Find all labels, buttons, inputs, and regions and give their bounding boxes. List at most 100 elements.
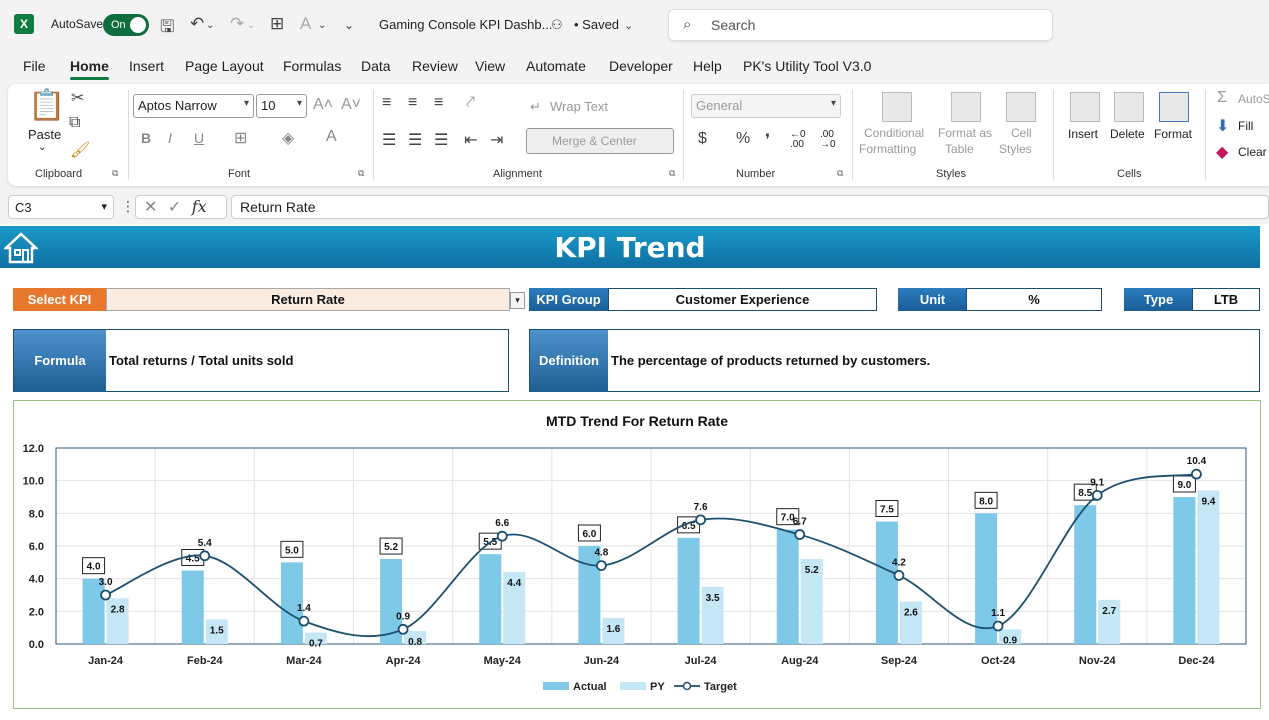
kpi-group-label: KPI Group [529,288,608,311]
format-cells-icon[interactable] [1159,92,1189,122]
tab-file[interactable]: File [23,58,46,74]
wrap-text-icon[interactable]: ↵ [530,99,541,115]
number-format-select[interactable]: General ▾ [691,94,841,118]
tab-view[interactable]: View [475,58,505,74]
tab-review[interactable]: Review [412,58,458,74]
bold-icon[interactable]: B [141,130,151,146]
percent-icon[interactable]: % [736,130,750,148]
align-center-icon[interactable]: ☰ [408,130,422,150]
bar-actual [479,554,502,644]
conditional-formatting-label[interactable]: Conditional [864,126,924,140]
fill-button[interactable]: Fill [1238,119,1253,133]
increase-font-icon[interactable]: A˄ [313,96,333,114]
number-launcher-icon[interactable]: ⧉ [837,168,843,179]
conditional-formatting-icon[interactable] [882,92,912,122]
cell-styles-icon[interactable] [1006,92,1036,122]
chart-container[interactable]: MTD Trend For Return Rate 0.0 2.0 4.0 6.0 8.… [13,400,1261,709]
table-label[interactable]: Table [945,142,974,156]
format-as-label[interactable]: Format as [938,126,992,140]
saved-status[interactable]: • Saved [574,17,619,32]
undo-icon[interactable]: ↶ [190,14,204,34]
tab-data[interactable]: Data [361,58,391,74]
fill-icon[interactable]: ⬇ [1216,116,1229,136]
undo-dropdown-icon[interactable]: ⌄ [206,20,214,31]
target-point [596,560,607,572]
formula-input[interactable]: Return Rate [231,195,1269,219]
tab-home[interactable]: Home [70,58,109,80]
autosum-icon[interactable]: Σ [1217,89,1227,107]
format-as-table-icon[interactable] [951,92,981,122]
tab-automate[interactable]: Automate [526,58,586,74]
document-title[interactable]: Gaming Console KPI Dashb... [379,17,552,32]
styles-button-label[interactable]: Styles [999,142,1032,156]
redo-dropdown-icon[interactable]: ⌄ [247,20,255,31]
borders-icon[interactable]: ⊞ [270,14,284,34]
orientation-icon[interactable]: ⤤ [466,94,475,112]
merge-center-button[interactable]: Merge & Center [526,128,674,154]
tab-formulas[interactable]: Formulas [283,58,341,74]
align-right-icon[interactable]: ☰ [434,130,448,150]
decrease-font-icon[interactable]: A˅ [341,96,361,114]
number-group-label: Number [736,168,776,180]
font-launcher-icon[interactable]: ⧉ [358,168,364,179]
delete-cells-button[interactable]: Delete [1110,127,1145,141]
increase-decimal-icon[interactable]: ←0.00 [790,130,806,150]
autosave-toggle[interactable]: On [103,14,149,36]
tab-help[interactable]: Help [693,58,722,74]
borders-icon[interactable]: ⊞ [234,128,247,148]
comma-style-icon[interactable]: ❜ [765,130,770,150]
align-top-icon[interactable]: ≡ [382,94,391,112]
search-box[interactable]: ⌕ Search [668,9,1053,41]
decrease-decimal-icon[interactable]: .00 →0 [820,130,836,150]
autosum-button[interactable]: AutoS [1238,92,1269,106]
underline-icon[interactable]: U [194,130,204,146]
tab-developer[interactable]: Developer [609,58,673,74]
enter-icon[interactable]: ✓ [168,199,181,216]
clipboard-launcher-icon[interactable]: ⧉ [112,168,118,179]
select-kpi-cell[interactable]: Return Rate [106,288,510,311]
cut-icon[interactable]: ✂ [71,88,84,108]
align-left-icon[interactable]: ☰ [382,130,396,150]
customize-toolbar-icon[interactable]: ⌄ [344,18,354,32]
redo-icon[interactable]: ↷ [230,14,244,34]
wrap-text-button[interactable]: Wrap Text [550,99,608,114]
paste-dropdown-icon[interactable]: ⌄ [38,142,46,153]
cancel-icon[interactable]: ✕ [144,199,157,216]
insert-cells-icon[interactable] [1070,92,1100,122]
increase-indent-icon[interactable]: ⇥ [490,130,503,150]
name-box[interactable]: C3 ▾ [8,195,114,219]
insert-function-icon[interactable]: fx [192,197,207,216]
tab-insert[interactable]: Insert [129,58,164,74]
target-point [1191,468,1202,480]
font-color-icon[interactable]: A [300,14,311,34]
save-icon[interactable]: 🖫 [160,14,174,43]
font-size-select[interactable]: 10 ▾ [256,94,307,118]
saved-dropdown-icon[interactable]: ⌄ [624,19,633,32]
font-family-select[interactable]: Aptos Narrow ▾ [133,94,254,118]
decrease-indent-icon[interactable]: ⇤ [464,130,477,150]
conditional-formatting-label-2[interactable]: Formatting [859,142,916,156]
insert-cells-button[interactable]: Insert [1068,127,1098,141]
tab-utility-tool[interactable]: PK's Utility Tool V3.0 [743,58,871,74]
font-color-dropdown-icon[interactable]: ⌄ [318,20,326,31]
copy-icon[interactable]: ⧉ [69,114,80,132]
paste-button[interactable]: Paste [28,127,61,142]
more-options-icon[interactable]: ⋮ [121,198,135,215]
clear-icon[interactable]: ◆ [1216,142,1228,162]
font-color-icon[interactable]: A [326,128,337,146]
italic-icon[interactable]: I [168,130,172,146]
clear-button[interactable]: Clear [1238,145,1267,159]
currency-icon[interactable]: $ [698,130,707,148]
cell-label[interactable]: Cell [1011,126,1032,140]
data-label-actual: 4.0 [87,562,101,573]
format-cells-button[interactable]: Format [1154,127,1192,141]
paste-icon[interactable]: 📋 [28,88,65,123]
format-painter-icon[interactable]: 🖌 [70,140,90,160]
tab-page-layout[interactable]: Page Layout [185,58,264,74]
delete-cells-icon[interactable] [1114,92,1144,122]
align-bottom-icon[interactable]: ≡ [434,94,443,112]
align-middle-icon[interactable]: ≡ [408,94,417,112]
kpi-dropdown-arrow[interactable]: ▾ [510,292,525,309]
fill-color-icon[interactable]: ◈ [282,128,294,148]
alignment-launcher-icon[interactable]: ⧉ [669,168,675,179]
